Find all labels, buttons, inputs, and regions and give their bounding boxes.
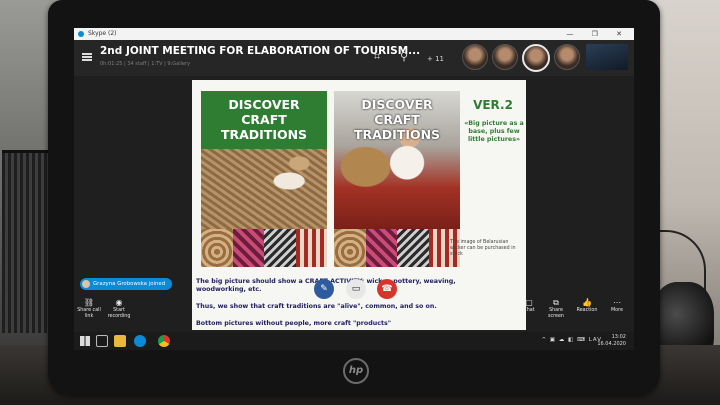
menu-icon[interactable] [82, 53, 92, 61]
share-screen-button[interactable]: ⧉ Share screen [541, 298, 571, 320]
more-icon: ⋯ [613, 298, 621, 307]
product-photo [365, 229, 397, 267]
hang-up-icon: ☎ [381, 284, 393, 294]
poster-red: DISCOVER CRAFT TRADITIONS [334, 91, 460, 267]
poster-green-title: DISCOVER CRAFT TRADITIONS [201, 97, 327, 142]
chrome-taskbar-icon[interactable] [158, 335, 170, 347]
product-photo [397, 229, 429, 267]
share-call-link-button[interactable]: ⛓ Share call link [74, 298, 104, 320]
thumbs-up-icon: 👍 [582, 298, 592, 307]
product-photo [334, 229, 366, 267]
meeting-title: 2nd JOINT MEETING FOR ELABORATION OF TOU… [100, 45, 421, 57]
product-photo-strip [201, 229, 327, 267]
version-label: VER.2 [473, 98, 513, 112]
more-button[interactable]: ⋯ More [602, 298, 632, 314]
product-photo [295, 229, 327, 267]
participant-avatar[interactable] [492, 44, 518, 70]
share-screen-icon: ⧉ [553, 298, 559, 307]
clock-date: 16.04.2020 [597, 341, 626, 347]
record-icon: ◉ [115, 298, 123, 307]
participants-count[interactable]: + 11 [427, 55, 444, 63]
poster-green: DISCOVER CRAFT TRADITIONS [201, 91, 327, 267]
version-note: «Big picture as a base, plus few little … [464, 120, 524, 143]
slide-text-line: Thus, we show that craft traditions are … [196, 303, 437, 310]
desk-organizer [2, 150, 54, 333]
skype-logo-icon [78, 31, 84, 37]
link-icon: ⛓ [83, 298, 95, 307]
product-photo [201, 229, 233, 267]
camera-toggle-button[interactable]: ▭ [346, 279, 366, 299]
join-notification[interactable]: Grazyna Grobowska joined [80, 278, 172, 290]
monitor-screen: Skype (2) — ❐ ✕ 2nd JOINT MEETING FOR EL… [74, 28, 634, 350]
end-call-button[interactable]: ☎ [377, 279, 397, 299]
add-participant-icon[interactable]: ⚲ [400, 50, 408, 63]
task-view-icon[interactable] [96, 335, 108, 347]
product-photo [264, 229, 296, 267]
call-header: 2nd JOINT MEETING FOR ELABORATION OF TOU… [74, 40, 634, 76]
window-title: Skype (2) [88, 30, 117, 37]
slide-text-line: Bottom pictures without people, more cra… [196, 320, 392, 327]
chat-button[interactable]: ▢ Chat [514, 298, 544, 314]
participant-avatar-speaking[interactable] [522, 44, 550, 72]
share-screen-label: Share screen [548, 308, 564, 319]
taskbar-clock[interactable]: 13:02 16.04.2020 [597, 334, 626, 348]
layout-icon[interactable]: ⌗ [374, 50, 380, 64]
poster-red-title: DISCOVER CRAFT TRADITIONS [334, 97, 460, 142]
window-titlebar[interactable]: Skype (2) — ❐ ✕ [74, 28, 634, 40]
chat-icon: ▢ [525, 298, 533, 307]
share-call-link-label: Share call link [77, 308, 101, 319]
file-explorer-icon[interactable] [114, 335, 126, 347]
wicker-craft-photo [201, 149, 327, 229]
product-photo [232, 229, 264, 267]
clock-time: 13:02 [611, 334, 626, 340]
reaction-button[interactable]: 👍 Reaction [572, 298, 602, 314]
participant-avatar[interactable] [554, 44, 580, 70]
join-notification-text: Grazyna Grobowska joined [93, 281, 166, 287]
start-recording-label: Start recording [107, 308, 131, 319]
more-label: More [611, 308, 623, 313]
camera-icon: ▭ [351, 284, 361, 294]
slide-text-line: woodworking, etc. [196, 286, 262, 293]
poster-red-title-text: DISCOVER CRAFT TRADITIONS [353, 97, 441, 142]
mute-microphone-button[interactable]: ✎ [314, 279, 334, 299]
product-photo-strip [334, 229, 460, 267]
start-recording-button[interactable]: ◉ Start recording [104, 298, 134, 320]
monitor: Skype (2) — ❐ ✕ 2nd JOINT MEETING FOR EL… [48, 0, 660, 395]
system-tray[interactable]: ^ ▣ ☁ ◧ ⌨ LAV [541, 337, 602, 343]
microphone-off-icon: ✎ [320, 284, 328, 294]
windows-taskbar: ^ ▣ ☁ ◧ ⌨ LAV 13:02 16.04.2020 [74, 332, 634, 350]
window-controls[interactable]: — ❐ ✕ [566, 28, 630, 40]
meeting-subtitle: 0h:01:25 | 34 staff | 1:TV | 9:Gallery [100, 61, 191, 67]
hp-logo: hp [343, 358, 369, 384]
poster-green-title-text: DISCOVER CRAFT TRADITIONS [220, 97, 308, 142]
windows-start-icon[interactable] [80, 336, 90, 346]
chat-label: Chat [523, 308, 535, 313]
avatar [82, 280, 90, 288]
skype-taskbar-icon[interactable] [134, 335, 146, 347]
self-video-tile[interactable] [586, 44, 628, 70]
stock-note: The image of Belarusian wicker can be pu… [450, 240, 516, 257]
reaction-label: Reaction [576, 308, 598, 313]
participant-avatar[interactable] [462, 44, 488, 70]
